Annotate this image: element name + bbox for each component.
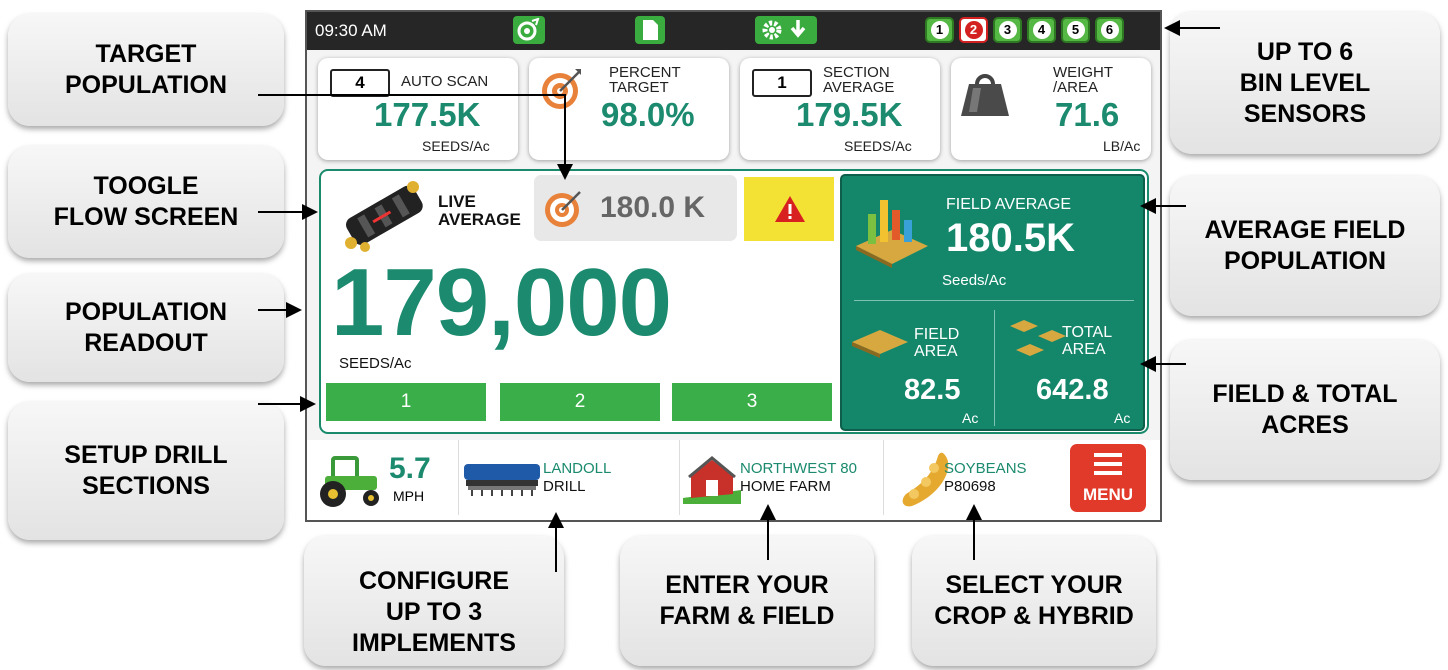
callout-arrows	[258, 20, 1220, 572]
